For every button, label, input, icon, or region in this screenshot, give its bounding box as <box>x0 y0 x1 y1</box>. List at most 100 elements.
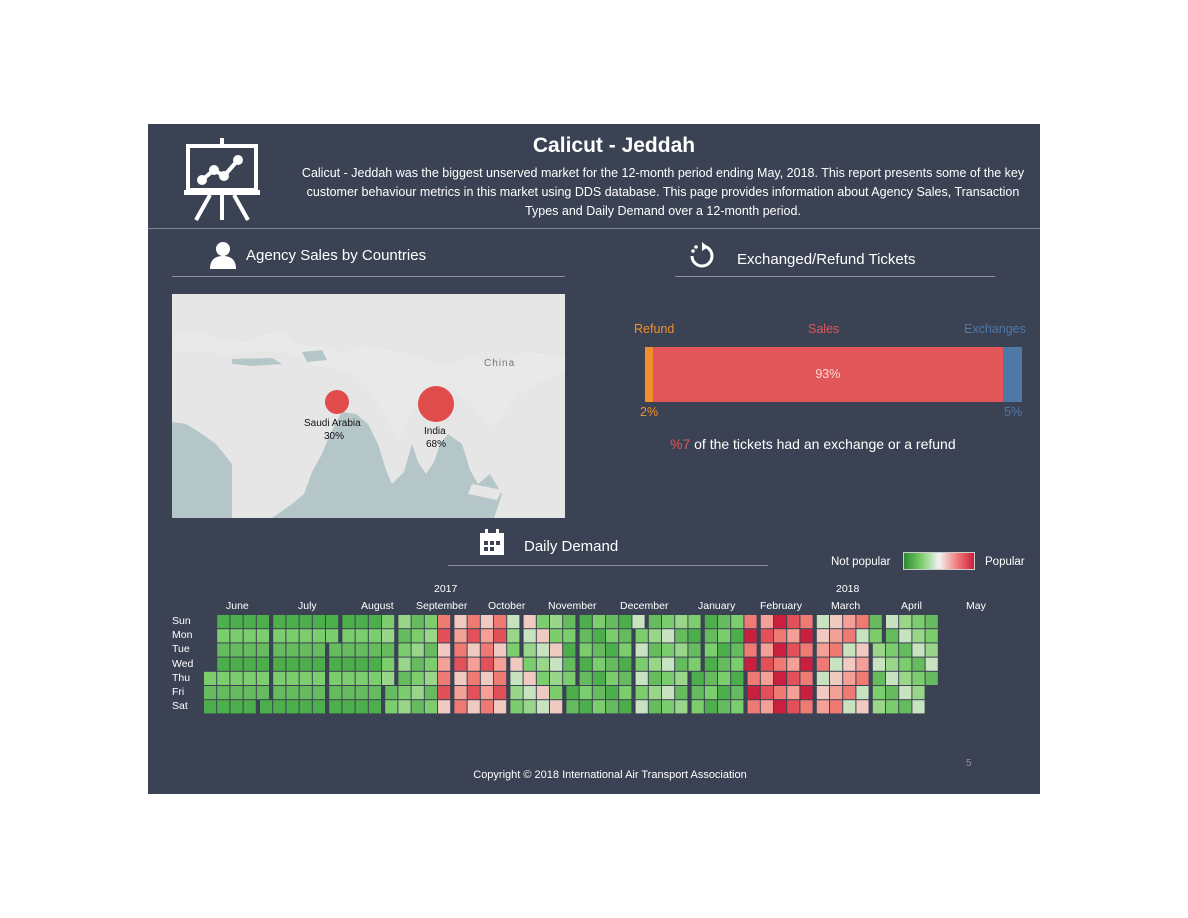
day-cell[interactable] <box>744 615 757 629</box>
day-cell[interactable] <box>550 629 563 643</box>
day-cell[interactable] <box>550 643 563 657</box>
day-cell[interactable] <box>648 686 661 700</box>
day-cell[interactable] <box>592 615 605 629</box>
day-cell[interactable] <box>872 700 885 714</box>
day-cell[interactable] <box>912 686 925 700</box>
day-cell[interactable] <box>800 643 813 657</box>
day-cell[interactable] <box>326 615 339 629</box>
day-cell[interactable] <box>688 657 701 671</box>
day-cell[interactable] <box>299 643 312 657</box>
day-cell[interactable] <box>467 657 480 671</box>
day-cell[interactable] <box>329 657 342 671</box>
day-cell[interactable] <box>886 657 899 671</box>
day-cell[interactable] <box>800 615 813 629</box>
day-cell[interactable] <box>480 643 493 657</box>
day-cell[interactable] <box>438 671 451 685</box>
day-cell[interactable] <box>606 671 619 685</box>
day-cell[interactable] <box>579 615 592 629</box>
day-cell[interactable] <box>424 615 437 629</box>
day-cell[interactable] <box>273 643 286 657</box>
day-cell[interactable] <box>747 686 760 700</box>
day-cell[interactable] <box>619 643 632 657</box>
day-cell[interactable] <box>843 615 856 629</box>
day-cell[interactable] <box>230 643 243 657</box>
day-cell[interactable] <box>342 671 355 685</box>
day-cell[interactable] <box>760 686 773 700</box>
day-cell[interactable] <box>760 629 773 643</box>
day-cell[interactable] <box>398 615 411 629</box>
day-cell[interactable] <box>563 671 576 685</box>
day-cell[interactable] <box>398 686 411 700</box>
day-cell[interactable] <box>787 671 800 685</box>
day-cell[interactable] <box>800 700 813 714</box>
day-cell[interactable] <box>704 686 717 700</box>
day-cell[interactable] <box>286 686 299 700</box>
day-cell[interactable] <box>368 615 381 629</box>
day-cell[interactable] <box>787 686 800 700</box>
day-cell[interactable] <box>787 629 800 643</box>
day-cell[interactable] <box>774 629 787 643</box>
day-cell[interactable] <box>368 657 381 671</box>
day-cell[interactable] <box>718 643 731 657</box>
day-cell[interactable] <box>774 700 787 714</box>
day-cell[interactable] <box>635 657 648 671</box>
day-cell[interactable] <box>606 686 619 700</box>
day-cell[interactable] <box>592 657 605 671</box>
day-cell[interactable] <box>606 643 619 657</box>
day-cell[interactable] <box>355 700 368 714</box>
day-cell[interactable] <box>398 700 411 714</box>
day-cell[interactable] <box>230 629 243 643</box>
day-cell[interactable] <box>398 643 411 657</box>
day-cell[interactable] <box>243 700 256 714</box>
day-cell[interactable] <box>480 629 493 643</box>
day-cell[interactable] <box>382 629 395 643</box>
day-cell[interactable] <box>872 657 885 671</box>
day-cell[interactable] <box>312 671 325 685</box>
day-cell[interactable] <box>579 700 592 714</box>
day-cell[interactable] <box>368 629 381 643</box>
day-cell[interactable] <box>800 657 813 671</box>
day-cell[interactable] <box>355 629 368 643</box>
day-cell[interactable] <box>899 629 912 643</box>
day-cell[interactable] <box>606 615 619 629</box>
day-cell[interactable] <box>368 686 381 700</box>
day-cell[interactable] <box>523 686 536 700</box>
day-cell[interactable] <box>424 686 437 700</box>
day-cell[interactable] <box>536 686 549 700</box>
day-cell[interactable] <box>760 700 773 714</box>
day-cell[interactable] <box>507 629 520 643</box>
day-cell[interactable] <box>243 629 256 643</box>
day-cell[interactable] <box>899 615 912 629</box>
day-cell[interactable] <box>606 657 619 671</box>
day-cell[interactable] <box>273 700 286 714</box>
day-cell[interactable] <box>830 643 843 657</box>
day-cell[interactable] <box>480 615 493 629</box>
day-cell[interactable] <box>635 629 648 643</box>
day-cell[interactable] <box>385 700 398 714</box>
day-cell[interactable] <box>912 629 925 643</box>
day-cell[interactable] <box>648 643 661 657</box>
day-cell[interactable] <box>243 657 256 671</box>
day-cell[interactable] <box>256 629 269 643</box>
day-cell[interactable] <box>494 671 507 685</box>
daily-demand-heatmap[interactable] <box>148 124 1040 794</box>
day-cell[interactable] <box>606 629 619 643</box>
day-cell[interactable] <box>606 700 619 714</box>
day-cell[interactable] <box>480 671 493 685</box>
day-cell[interactable] <box>816 671 829 685</box>
day-cell[interactable] <box>718 615 731 629</box>
day-cell[interactable] <box>204 686 217 700</box>
day-cell[interactable] <box>536 700 549 714</box>
day-cell[interactable] <box>816 629 829 643</box>
day-cell[interactable] <box>438 615 451 629</box>
day-cell[interactable] <box>856 671 869 685</box>
day-cell[interactable] <box>299 686 312 700</box>
day-cell[interactable] <box>925 629 938 643</box>
day-cell[interactable] <box>256 643 269 657</box>
day-cell[interactable] <box>536 643 549 657</box>
day-cell[interactable] <box>869 629 882 643</box>
day-cell[interactable] <box>747 700 760 714</box>
day-cell[interactable] <box>312 700 325 714</box>
day-cell[interactable] <box>856 686 869 700</box>
day-cell[interactable] <box>830 629 843 643</box>
